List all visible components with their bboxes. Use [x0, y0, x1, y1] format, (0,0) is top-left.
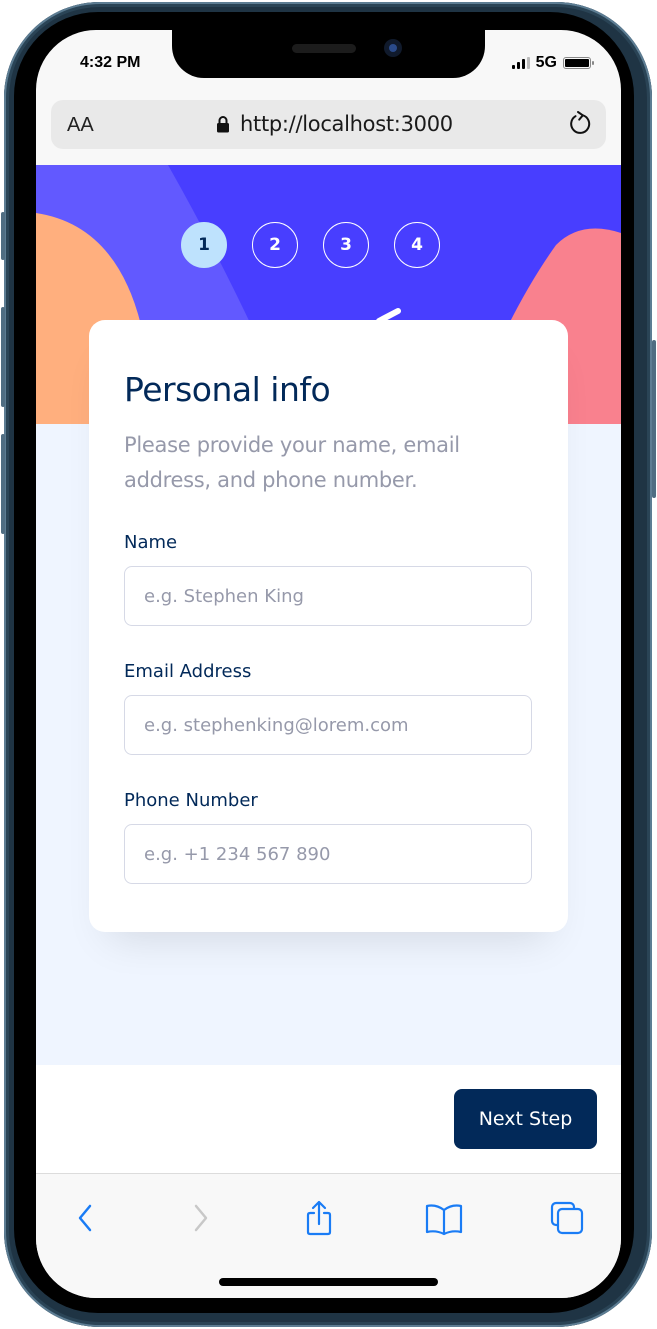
- form-footer: Next Step: [36, 1065, 621, 1173]
- speaker: [292, 44, 356, 53]
- form-title: Personal info: [124, 370, 331, 409]
- url-text: http://localhost:3000: [240, 112, 453, 136]
- battery-icon: [563, 57, 594, 69]
- bookmarks-icon[interactable]: [424, 1200, 464, 1236]
- url-display[interactable]: http://localhost:3000: [216, 112, 453, 136]
- form-card: Personal info Please provide your name, …: [89, 320, 568, 932]
- lock-icon: [217, 116, 229, 133]
- page: 1 2 3 4 Personal info Please provide you…: [36, 165, 621, 1065]
- share-icon[interactable]: [301, 1200, 337, 1236]
- power-button: [652, 340, 656, 498]
- notch: [172, 30, 485, 78]
- network-label: 5G: [535, 54, 557, 71]
- back-icon[interactable]: [68, 1200, 104, 1236]
- step-2[interactable]: 2: [252, 222, 298, 268]
- phone-input[interactable]: [124, 824, 532, 884]
- step-indicator: 1 2 3 4: [181, 222, 440, 268]
- email-input[interactable]: [124, 695, 532, 755]
- step-1[interactable]: 1: [181, 222, 227, 268]
- camera: [384, 39, 402, 57]
- volume-down-button: [1, 434, 5, 534]
- name-input[interactable]: [124, 566, 532, 626]
- tabs-icon[interactable]: [549, 1200, 585, 1236]
- name-label: Name: [124, 532, 178, 553]
- volume-up-button: [1, 307, 5, 407]
- status-time: 4:32 PM: [80, 54, 141, 71]
- signal-icon: [511, 57, 530, 69]
- step-4[interactable]: 4: [394, 222, 440, 268]
- address-bar[interactable]: AA http://localhost:3000: [51, 100, 606, 149]
- screen: 4:32 PM 5G AA http://localhost:3000 1 2 …: [36, 30, 621, 1298]
- silent-switch: [1, 212, 5, 260]
- home-indicator[interactable]: [219, 1278, 438, 1286]
- status-indicators: 5G: [511, 54, 594, 72]
- text-size-button[interactable]: AA: [67, 114, 94, 137]
- form-description: Please provide your name, email address,…: [124, 433, 460, 492]
- reload-icon[interactable]: [566, 110, 594, 138]
- next-step-button[interactable]: Next Step: [454, 1089, 597, 1149]
- phone-label: Phone Number: [124, 790, 258, 811]
- step-3[interactable]: 3: [323, 222, 369, 268]
- forward-icon[interactable]: [182, 1200, 218, 1236]
- email-label: Email Address: [124, 661, 252, 682]
